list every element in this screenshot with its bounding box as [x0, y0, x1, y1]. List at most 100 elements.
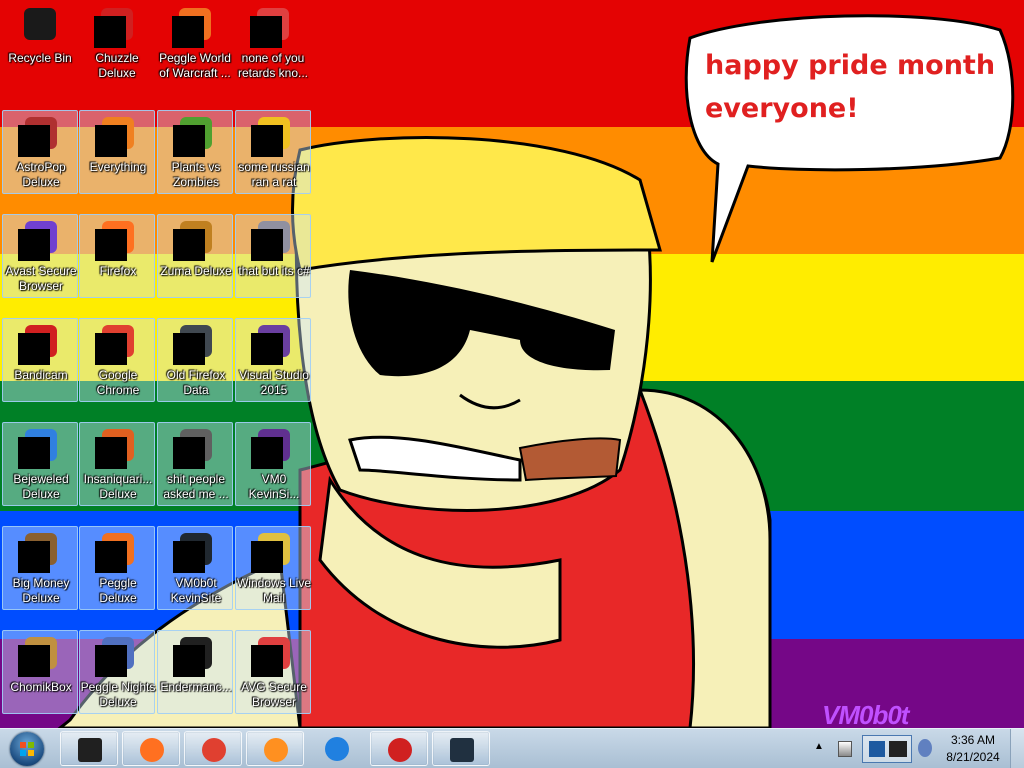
astropop-icon [18, 117, 57, 157]
redaction-block [18, 125, 50, 157]
desktop-icon-label: Firefox [99, 264, 137, 278]
redaction-block [95, 645, 127, 677]
desktop-icon-label: Recycle Bin [8, 51, 72, 65]
desktop-icon-label: Peggle Deluxe [99, 576, 137, 605]
desktop-icon[interactable]: Peggle Nights Deluxe [79, 630, 155, 714]
redaction-block [173, 541, 205, 573]
desktop-icon-label: AstroPop Deluxe [16, 160, 66, 189]
desktop-icon-label: ChomikBox [10, 680, 72, 694]
taskbar-button[interactable] [370, 731, 428, 766]
desktop-icon-label: Bandicam [14, 368, 68, 382]
desktop-icon[interactable]: Firefox [79, 214, 155, 298]
taskbar-button[interactable] [184, 731, 242, 766]
redaction-block [18, 541, 50, 573]
chuzzle-icon [94, 8, 133, 48]
desktop-icon-label: Endermanc... [160, 680, 232, 694]
tray-network-icon[interactable] [862, 735, 912, 763]
taskbar-button[interactable] [308, 731, 366, 766]
redaction-block [251, 437, 283, 469]
desktop-icon[interactable]: Old Firefox Data [157, 318, 233, 402]
avg-browser-icon [325, 737, 349, 761]
redaction-block [173, 229, 205, 261]
bejeweled-icon [18, 429, 57, 469]
desktop-icon-label: Plants vs Zombies [171, 160, 221, 189]
speech-bubble-text: happy pride month everyone! [705, 44, 1005, 130]
show-hidden-icons-button[interactable]: ▲ [814, 741, 826, 755]
chrome-icon [202, 738, 226, 762]
desktop-icon[interactable]: shit people asked me ... [157, 422, 233, 506]
redaction-block [18, 229, 50, 261]
desktop-icon-label: Everything [89, 160, 147, 174]
desktop-icon[interactable]: AstroPop Deluxe [2, 110, 78, 194]
clock-time[interactable]: 3:36 AM [948, 733, 998, 747]
redaction-block [95, 333, 127, 365]
desktop-icon[interactable]: Peggle Deluxe [79, 526, 155, 610]
firefox-icon [140, 738, 164, 762]
redaction-block [251, 229, 283, 261]
redaction-block [95, 541, 127, 573]
insaniquarium-icon [95, 429, 134, 469]
desktop-icon[interactable]: AVG Secure Browser [235, 630, 311, 714]
taskbar-button[interactable] [432, 731, 490, 766]
avg-browser-icon [251, 637, 290, 677]
desktop-icon-label: VM0b0t KevinSite [170, 576, 222, 605]
everything-search-icon [95, 117, 134, 157]
desktop-icon[interactable]: VM0b0t KevinSite [157, 526, 233, 610]
desktop-icon-label: Bejeweled Deluxe [13, 472, 69, 501]
desktop-icon[interactable]: Big Money Deluxe [2, 526, 78, 610]
taskbar-button[interactable] [122, 731, 180, 766]
desktop-icon[interactable]: none of you retards kno... [235, 2, 311, 86]
desktop-icon[interactable]: Chuzzle Deluxe [79, 2, 155, 86]
desktop-icon[interactable]: Endermanc... [157, 630, 233, 714]
mail-icon [251, 533, 290, 573]
redaction-block [18, 645, 50, 677]
desktop-icon[interactable]: Peggle World of Warcraft ... [157, 2, 233, 86]
desktop-icon[interactable]: Avast Secure Browser [2, 214, 78, 298]
desktop-icon-label: that but its c# [238, 264, 310, 278]
desktop-icon-label: Peggle Nights Deluxe [80, 680, 156, 709]
clock-date[interactable]: 8/21/2024 [944, 750, 1002, 764]
desktop-icon-label: shit people asked me ... [163, 472, 229, 501]
start-button[interactable] [4, 731, 50, 767]
taskbar-button[interactable] [60, 731, 118, 766]
redaction-block [94, 16, 126, 48]
desktop-icon[interactable]: Bandicam [2, 318, 78, 402]
redaction-block [251, 125, 283, 157]
desktop-icon[interactable]: VM0 KevinSi... [235, 422, 311, 506]
desktop-icon[interactable]: ChomikBox [2, 630, 78, 714]
desktop-icon[interactable]: Insaniquari... Deluxe [79, 422, 155, 506]
redaction-block [173, 645, 205, 677]
redaction-block [251, 645, 283, 677]
taskbar-button[interactable] [246, 731, 304, 766]
redaction-block [18, 333, 50, 365]
show-desktop-button[interactable] [1010, 729, 1024, 768]
redaction-block [95, 437, 127, 469]
desktop-icon[interactable]: Google Chrome [79, 318, 155, 402]
desktop-icon-label: Visual Studio 2015 [239, 368, 309, 397]
folder-icon [173, 325, 212, 365]
speech-text-line-1: happy pride month [705, 50, 996, 81]
bandicam-icon [18, 325, 57, 365]
desktop-icon-label: AVG Secure Browser [241, 680, 307, 709]
desktop-icon-label: some russian ran a rat [238, 160, 310, 189]
desktop-icon-label: Chuzzle Deluxe [95, 51, 139, 80]
desktop-icon-label: Google Chrome [96, 368, 140, 397]
desktop-icon[interactable]: Bejeweled Deluxe [2, 422, 78, 506]
desktop-icon[interactable]: that but its c# [235, 214, 311, 298]
desktop-icon[interactable]: Recycle Bin [2, 2, 78, 86]
desktop-icon[interactable]: Visual Studio 2015 [235, 318, 311, 402]
media-center-icon [78, 738, 102, 762]
shortcut-icon [251, 221, 290, 261]
plants-vs-zombies-icon [173, 117, 212, 157]
desktop-icon[interactable]: Zuma Deluxe [157, 214, 233, 298]
desktop-icon[interactable]: Everything [79, 110, 155, 194]
tray-drive-icon[interactable] [838, 741, 852, 757]
tray-volume-icon[interactable] [918, 739, 932, 757]
redaction-block [250, 16, 282, 48]
desktop-icon[interactable]: some russian ran a rat [235, 110, 311, 194]
firefox-icon [95, 221, 134, 261]
desktop-icon-label: Avast Secure Browser [5, 264, 77, 293]
desktop-icon[interactable]: Plants vs Zombies [157, 110, 233, 194]
desktop-icon-label: Old Firefox Data [166, 368, 226, 397]
desktop-icon[interactable]: Windows Live Mail [235, 526, 311, 610]
